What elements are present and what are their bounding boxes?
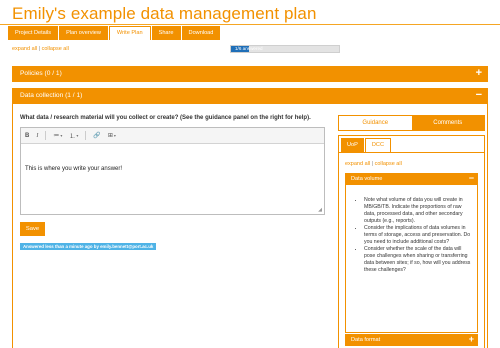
- collapse-all-link[interactable]: collapse all: [42, 46, 69, 52]
- subtabs-divider: [339, 152, 484, 153]
- expand-separator: |: [38, 46, 41, 52]
- guidance-expand-separator: |: [371, 161, 374, 167]
- tab-plan-overview[interactable]: Plan overview: [59, 26, 108, 40]
- accordion-data-volume-title: Data volume: [351, 176, 383, 182]
- chevron-down-icon: ▾: [113, 133, 116, 138]
- guidance-source-tabs: UoP DCC: [341, 138, 392, 152]
- guidance-expand-all-link[interactable]: expand all: [345, 161, 370, 167]
- tab-guidance[interactable]: Guidance: [339, 116, 412, 130]
- section-policies[interactable]: Policies (0 / 1) +: [12, 66, 488, 82]
- link-icon: 🔗: [93, 133, 101, 139]
- tab-uop[interactable]: UoP: [341, 138, 364, 152]
- section-data-collection[interactable]: Data collection (1 / 1) −: [12, 88, 488, 104]
- guidance-list-item: Consider whether the scale of the data w…: [364, 246, 472, 274]
- tab-write-plan[interactable]: Write Plan: [108, 26, 151, 40]
- table-icon: ⊞: [107, 133, 113, 139]
- expand-plus-icon[interactable]: +: [469, 334, 474, 345]
- answer-text[interactable]: This is where you write your answer!: [25, 166, 122, 172]
- plan-tabs: Project Details Plan overview Write Plan…: [8, 26, 221, 40]
- resize-handle-icon[interactable]: ◢: [318, 207, 322, 213]
- answered-progress-bar: 1/6 answered: [230, 45, 340, 53]
- bullet-list-button[interactable]: ≔ ▾: [53, 132, 62, 139]
- bullet-list-icon: ≔: [53, 133, 60, 139]
- toolbar-divider: [45, 131, 47, 140]
- tab-dcc[interactable]: DCC: [364, 138, 392, 152]
- editor-toolbar: B I ≔ ▾ ⒈ ▾ 🔗 ⊞ ▾: [21, 128, 324, 144]
- tab-share[interactable]: Share: [151, 26, 181, 40]
- guidance-panel: UoP DCC expand all | collapse all Data v…: [338, 135, 485, 348]
- collapse-minus-icon[interactable]: −: [476, 88, 482, 103]
- accordion-data-volume[interactable]: Data volume −: [345, 173, 478, 185]
- accordion-data-volume-body: Note what volume of data you will create…: [345, 185, 478, 333]
- progress-fill: 1/6 answered: [231, 46, 263, 52]
- chevron-down-icon: ▾: [60, 133, 63, 138]
- guidance-list: Note what volume of data you will create…: [364, 197, 472, 274]
- page-title: Emily's example data management plan: [12, 4, 317, 23]
- accordion-data-format[interactable]: Data format +: [345, 334, 478, 346]
- answered-status-badge: Answered less than a minute ago by emily…: [20, 243, 157, 250]
- tab-download[interactable]: Download: [181, 26, 221, 40]
- guidance-list-item: Note what volume of data you will create…: [364, 197, 472, 225]
- numbered-list-button[interactable]: ⒈ ▾: [69, 131, 78, 140]
- toolbar-divider: [85, 131, 87, 140]
- table-button[interactable]: ⊞ ▾: [108, 132, 116, 139]
- bold-button[interactable]: B: [25, 133, 29, 139]
- chevron-down-icon: ▾: [76, 133, 79, 138]
- expand-all-link[interactable]: expand all: [12, 46, 37, 52]
- expand-plus-icon[interactable]: +: [476, 66, 482, 81]
- collapse-minus-icon[interactable]: −: [469, 173, 474, 184]
- guidance-tabs: Guidance Comments: [338, 115, 485, 131]
- guidance-list-item: Consider the implications of data volume…: [364, 225, 472, 246]
- tab-comments[interactable]: Comments: [411, 116, 484, 130]
- guidance-expand-controls: expand all | collapse all: [345, 161, 402, 167]
- accordion-data-format-title: Data format: [351, 337, 381, 343]
- link-button[interactable]: 🔗: [93, 132, 100, 139]
- expand-collapse-controls: expand all | collapse all: [12, 46, 69, 52]
- question-text: What data / research material will you c…: [20, 115, 311, 121]
- section-policies-title: Policies (0 / 1): [20, 70, 62, 77]
- numbered-list-icon: ⒈: [69, 134, 76, 140]
- title-divider: [0, 24, 500, 25]
- section-data-collection-title: Data collection (1 / 1): [20, 92, 83, 99]
- italic-button[interactable]: I: [36, 133, 38, 139]
- tab-project-details[interactable]: Project Details: [8, 26, 59, 40]
- guidance-collapse-all-link[interactable]: collapse all: [375, 161, 402, 167]
- answer-editor[interactable]: B I ≔ ▾ ⒈ ▾ 🔗 ⊞ ▾ This is where you writ…: [20, 127, 325, 215]
- save-button[interactable]: Save: [20, 222, 45, 236]
